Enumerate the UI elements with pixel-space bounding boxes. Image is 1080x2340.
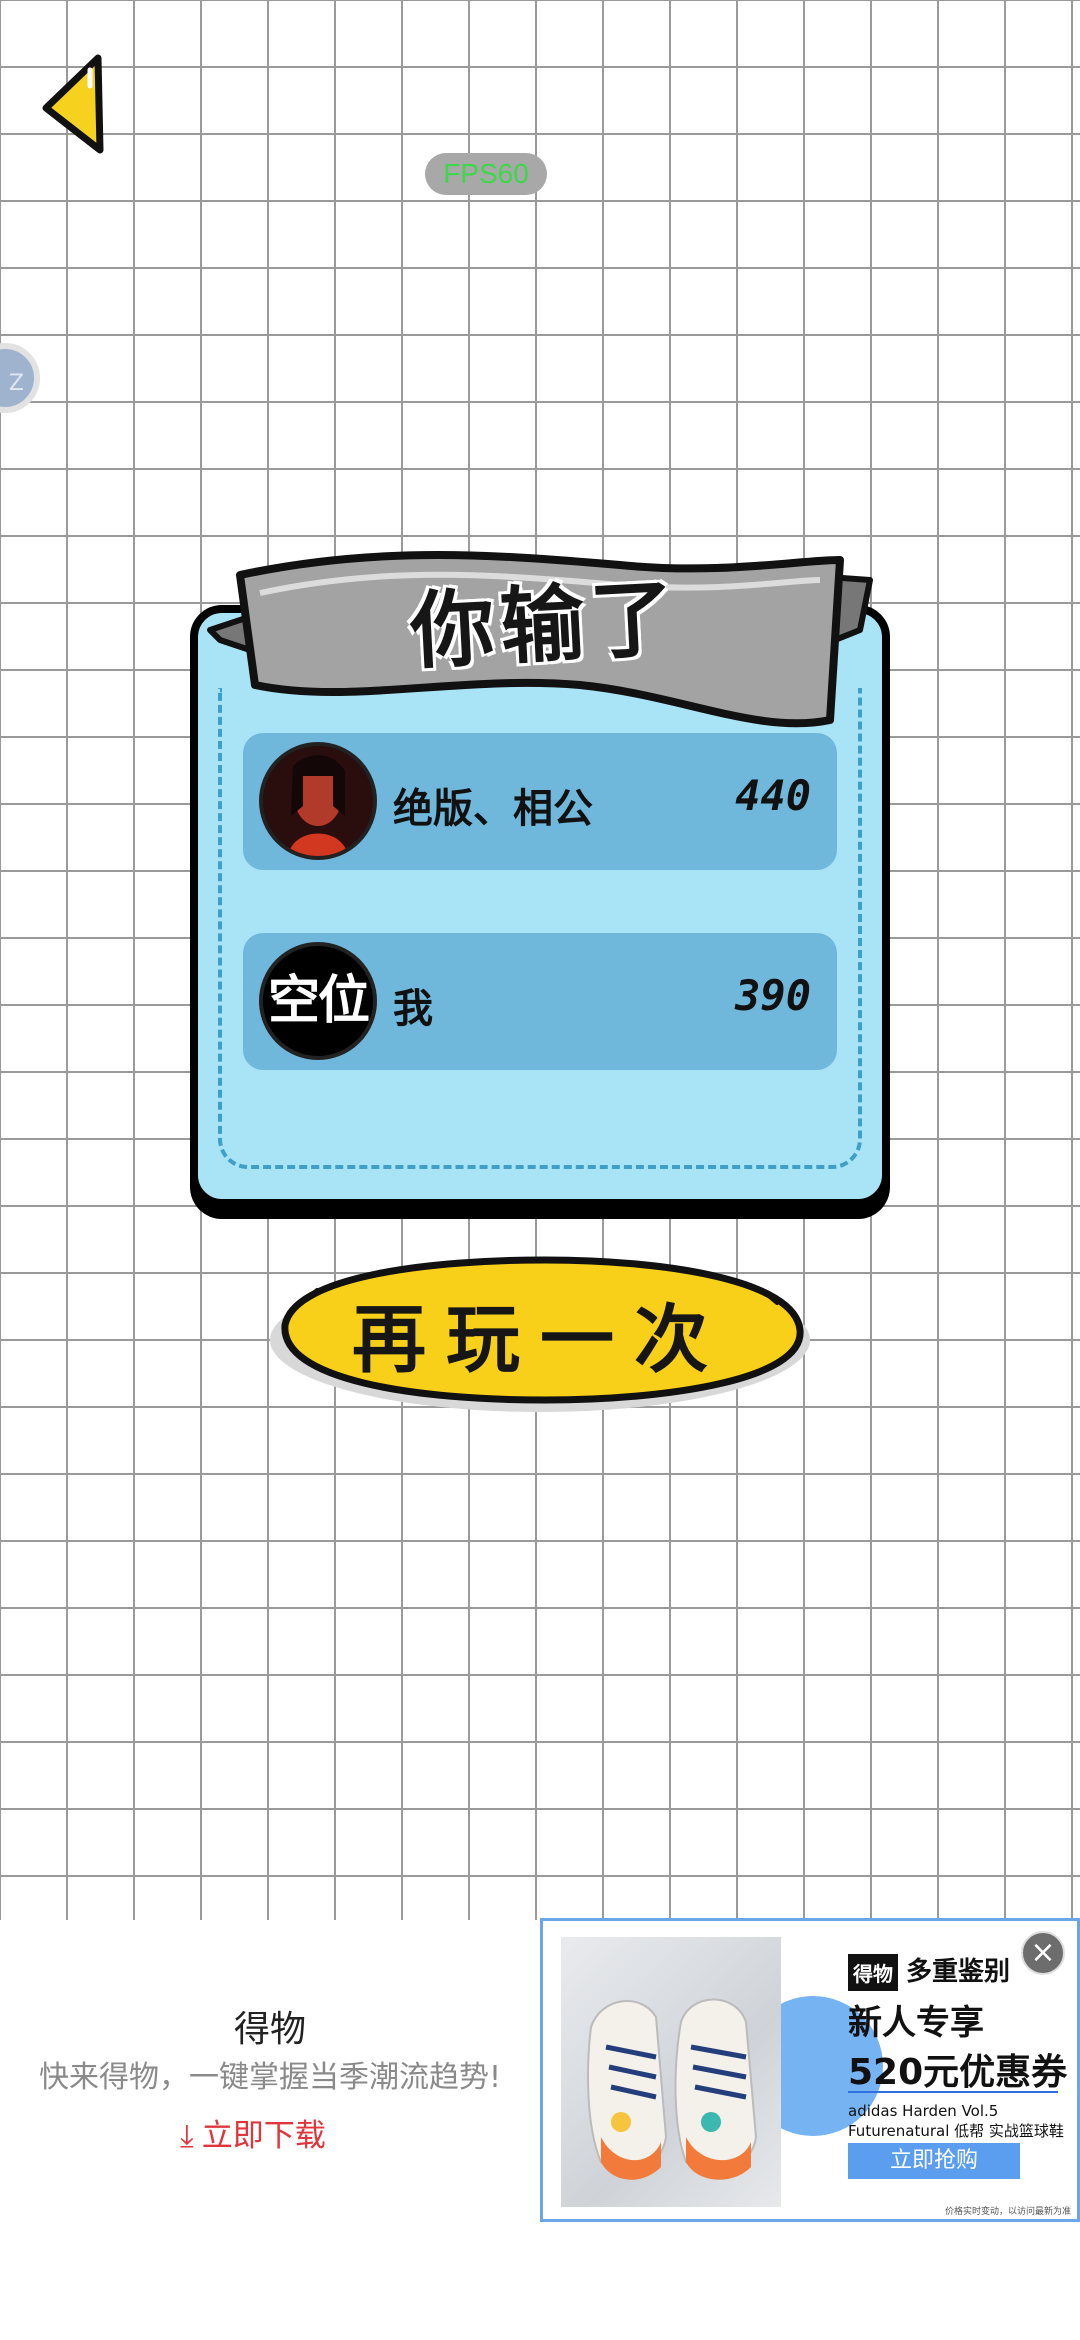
fps-counter: FPS60 (425, 153, 547, 195)
player-name: 绝版、相公 (393, 786, 593, 832)
result-title: 你输了 (407, 568, 683, 681)
sneaker-icon (587, 1998, 758, 2180)
portrait-icon (263, 746, 373, 856)
replay-label: 再玩一次 (352, 1297, 728, 1383)
back-arrow-icon[interactable] (38, 50, 110, 160)
player-row[interactable]: 绝版、相公 440 (243, 733, 837, 870)
ad-brand-text: 多重鉴别 (906, 1957, 1011, 1987)
ad-product: adidas Harden Vol.5 Futurenatural 低帮 实战篮… (848, 2102, 1064, 2140)
empty-slot-avatar: 空位 (259, 942, 377, 1060)
player-score: 440 (735, 771, 811, 820)
player-avatar (259, 742, 377, 860)
ad-app-name: 得物 (233, 2009, 306, 2050)
ad-price-note: 价格实时变动，以访问最新为准 (944, 2207, 1071, 2217)
ad-coupon: 520元优惠券 (848, 2052, 1068, 2093)
ad-brand-tag: 得物 多重鉴别 (848, 1951, 1010, 1991)
ad-download-link[interactable]: ⤓ 立即下载 (180, 2110, 326, 2155)
brand-logo: 得物 (848, 1954, 898, 1991)
ad-banner-text[interactable]: 得物 快来得物，一键掌握当季潮流趋势! ⤓ 立即下载 (0, 1920, 540, 2220)
player-score: 390 (735, 971, 811, 1020)
ad-download-label: 立即下载 (201, 2118, 326, 2154)
sneaker-image (561, 1937, 781, 2207)
player-row[interactable]: 空位 我 390 (243, 933, 837, 1070)
player-name: 我 (393, 986, 433, 1032)
ad-image-card[interactable]: × 得物 多重鉴别 新人专享 520元优惠券 adidas Harden Vol.… (540, 1918, 1080, 2222)
download-arrow-icon: ⤓ (180, 2118, 194, 2154)
ad-close-button[interactable]: × (1021, 1931, 1065, 1975)
ad-description: 快来得物，一键掌握当季潮流趋势! (38, 2060, 502, 2095)
ad-headline: 新人专享 (848, 2003, 984, 2043)
ad-buy-button[interactable]: 立即抢购 (848, 2143, 1020, 2179)
ad-divider (848, 2091, 1058, 2093)
